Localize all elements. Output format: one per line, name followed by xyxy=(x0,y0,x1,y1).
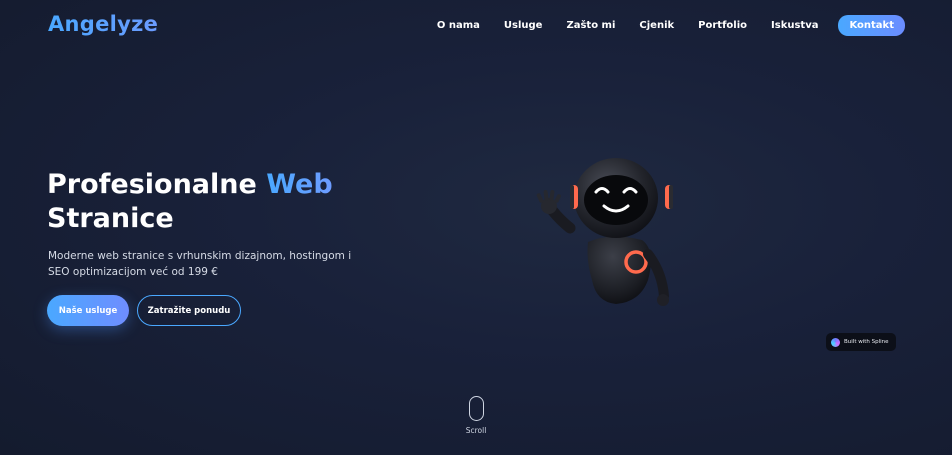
nav-item-usluge[interactable]: Usluge xyxy=(504,20,543,31)
nav-item-zasto-mi[interactable]: Zašto mi xyxy=(566,20,615,31)
hero-title-part1: Profesionalne xyxy=(47,169,267,200)
kontakt-button[interactable]: Kontakt xyxy=(838,15,905,36)
nav-item-portfolio[interactable]: Portfolio xyxy=(698,20,747,31)
brand-logo[interactable]: Angelyze xyxy=(48,12,158,36)
spline-badge-label: Built with Spline xyxy=(844,339,889,345)
nase-usluge-button[interactable]: Naše usluge xyxy=(47,295,129,326)
nav-item-iskustva[interactable]: Iskustva xyxy=(771,20,818,31)
hero-title-part2: Stranice xyxy=(47,203,174,234)
scroll-indicator[interactable]: Scroll xyxy=(462,396,490,435)
zatrazite-ponudu-button[interactable]: Zatražite ponudu xyxy=(137,295,241,326)
hero-title: Profesionalne Web Stranice xyxy=(47,168,333,236)
built-with-spline-badge[interactable]: Built with Spline xyxy=(826,333,896,351)
mouse-scroll-icon xyxy=(468,396,484,421)
nav-item-o-nama[interactable]: O nama xyxy=(437,20,480,31)
nav-item-cjenik[interactable]: Cjenik xyxy=(639,20,674,31)
spline-logo-icon xyxy=(831,337,840,347)
hero-title-accent: Web xyxy=(266,169,333,200)
main-nav: O nama Usluge Zašto mi Cjenik Portfolio … xyxy=(437,15,905,36)
scroll-label: Scroll xyxy=(465,426,487,435)
hero-subtitle: Moderne web stranice s vrhunskim dizajno… xyxy=(48,250,352,278)
robot-mascot-illustration[interactable] xyxy=(530,150,690,315)
